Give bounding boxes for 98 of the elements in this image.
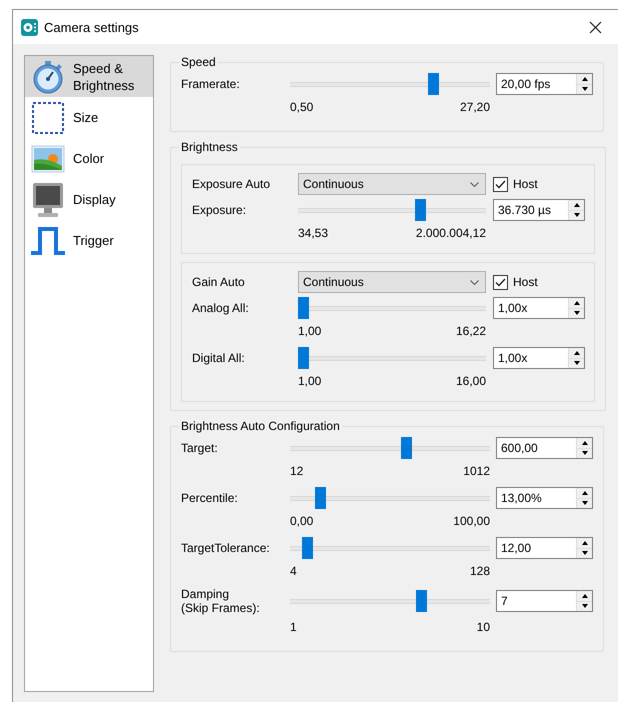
slider-track[interactable] — [298, 347, 486, 369]
field-label: Exposure: — [192, 203, 248, 217]
spin-box[interactable]: 36.730 µs — [493, 199, 585, 221]
spin-up-button[interactable] — [577, 591, 592, 600]
value-field[interactable]: 36.730 µs — [494, 200, 568, 220]
field-label: Target: — [181, 441, 219, 455]
checkbox[interactable] — [493, 176, 508, 192]
slider-track[interactable] — [298, 297, 486, 319]
aperture-icon — [21, 18, 38, 36]
spin-up-button[interactable] — [569, 200, 584, 210]
value-field[interactable]: 12,00 — [497, 538, 576, 558]
field-label: Analog All: — [192, 301, 250, 315]
checkbox-label: Host — [513, 177, 538, 191]
range-min: 12 — [290, 464, 304, 478]
close-icon — [588, 20, 602, 34]
field-label: Gain Auto — [192, 275, 246, 289]
range-max: 100,00 — [453, 514, 490, 528]
spin-box[interactable]: 20,00 fps — [496, 73, 593, 95]
range-min: 1,00 — [298, 374, 322, 388]
spin-up-button[interactable] — [569, 298, 584, 308]
spin-box[interactable]: 600,00 — [496, 437, 593, 459]
spin-down-button[interactable] — [577, 448, 592, 458]
chevron-down-icon — [470, 280, 479, 284]
range-max: 27,20 — [460, 100, 490, 114]
spin-box[interactable]: 12,00 — [496, 537, 593, 559]
slider-thumb[interactable] — [298, 347, 309, 369]
spin-down-button[interactable] — [577, 84, 592, 94]
range-max: 16,00 — [456, 374, 486, 388]
window-title: Camera settings — [44, 20, 140, 34]
group-title: Speed — [180, 55, 217, 69]
dropdown[interactable]: Continuous — [298, 271, 486, 293]
checkbox[interactable] — [493, 274, 508, 290]
sidebar-item[interactable]: Speed & Brightness — [25, 56, 153, 97]
field-label: Exposure Auto — [192, 177, 272, 191]
spin-up-button[interactable] — [577, 74, 592, 84]
range-max: 128 — [470, 564, 490, 578]
value-field[interactable]: 600,00 — [497, 438, 576, 458]
range-min: 4 — [290, 564, 297, 578]
range-min: 34,53 — [298, 226, 328, 240]
slider-thumb[interactable] — [428, 73, 439, 95]
range-min: 1,00 — [298, 324, 322, 338]
slider-track[interactable] — [290, 73, 490, 95]
checkbox-label: Host — [513, 275, 538, 289]
monitor-icon — [31, 182, 65, 218]
range-min: 0,00 — [290, 514, 314, 528]
range-min: 0,50 — [290, 100, 314, 114]
chevron-down-icon — [470, 182, 479, 186]
spin-up-button[interactable] — [577, 438, 592, 448]
slider-thumb[interactable] — [414, 199, 426, 221]
spin-box[interactable]: 1,00x — [493, 297, 585, 319]
sidebar-item[interactable]: Display — [25, 179, 153, 220]
spin-up-button[interactable] — [577, 488, 592, 498]
spin-up-button[interactable] — [569, 348, 584, 358]
slider-thumb[interactable] — [302, 537, 314, 559]
range-max: 10 — [476, 620, 490, 634]
slider-track[interactable] — [290, 437, 490, 459]
value-field[interactable]: 20,00 fps — [497, 74, 576, 94]
group-title: Brightness Auto Configuration — [180, 419, 341, 433]
spin-down-button[interactable] — [569, 308, 584, 318]
slider-thumb[interactable] — [416, 590, 428, 612]
spin-box[interactable]: 7 — [496, 590, 593, 612]
field-label: Percentile: — [181, 491, 239, 505]
value-field[interactable]: 7 — [497, 591, 576, 611]
landscape-icon — [31, 144, 65, 172]
slider-thumb[interactable] — [401, 437, 412, 459]
field-label: Damping (Skip Frames): — [181, 587, 261, 615]
sidebar-item[interactable]: Size — [25, 97, 153, 138]
stopwatch-icon — [31, 60, 65, 94]
spin-down-button[interactable] — [569, 358, 584, 368]
field-label: TargetTolerance: — [181, 541, 271, 555]
range-min: 1 — [290, 620, 297, 634]
sidebar-item[interactable]: Color — [25, 138, 153, 179]
spin-box[interactable]: 1,00x — [493, 347, 585, 369]
slider-track[interactable] — [290, 487, 490, 509]
spin-down-button[interactable] — [577, 498, 592, 508]
slider-thumb[interactable] — [298, 297, 309, 319]
spin-down-button[interactable] — [577, 600, 592, 611]
range-max: 2.000.004,12 — [416, 226, 486, 240]
range-max: 1012 — [463, 464, 490, 478]
spin-down-button[interactable] — [569, 210, 584, 220]
value-field[interactable]: 1,00x — [494, 348, 568, 368]
dashed-square-icon — [31, 100, 65, 134]
slider-track[interactable] — [298, 199, 486, 221]
slider-track[interactable] — [290, 537, 490, 559]
field-label: Framerate: — [181, 77, 241, 91]
slider-track[interactable] — [290, 590, 490, 612]
range-max: 16,22 — [456, 324, 486, 338]
value-field[interactable]: 1,00x — [494, 298, 568, 318]
dropdown[interactable]: Continuous — [298, 173, 486, 195]
slider-thumb[interactable] — [314, 487, 326, 509]
spin-up-button[interactable] — [577, 538, 592, 548]
field-label: Digital All: — [192, 351, 246, 365]
sidebar-item[interactable]: Trigger — [25, 220, 153, 261]
spin-down-button[interactable] — [577, 548, 592, 558]
group-title: Brightness — [180, 140, 239, 154]
value-field[interactable]: 13,00% — [497, 488, 576, 508]
pulse-icon — [30, 226, 66, 256]
spin-box[interactable]: 13,00% — [496, 487, 593, 509]
